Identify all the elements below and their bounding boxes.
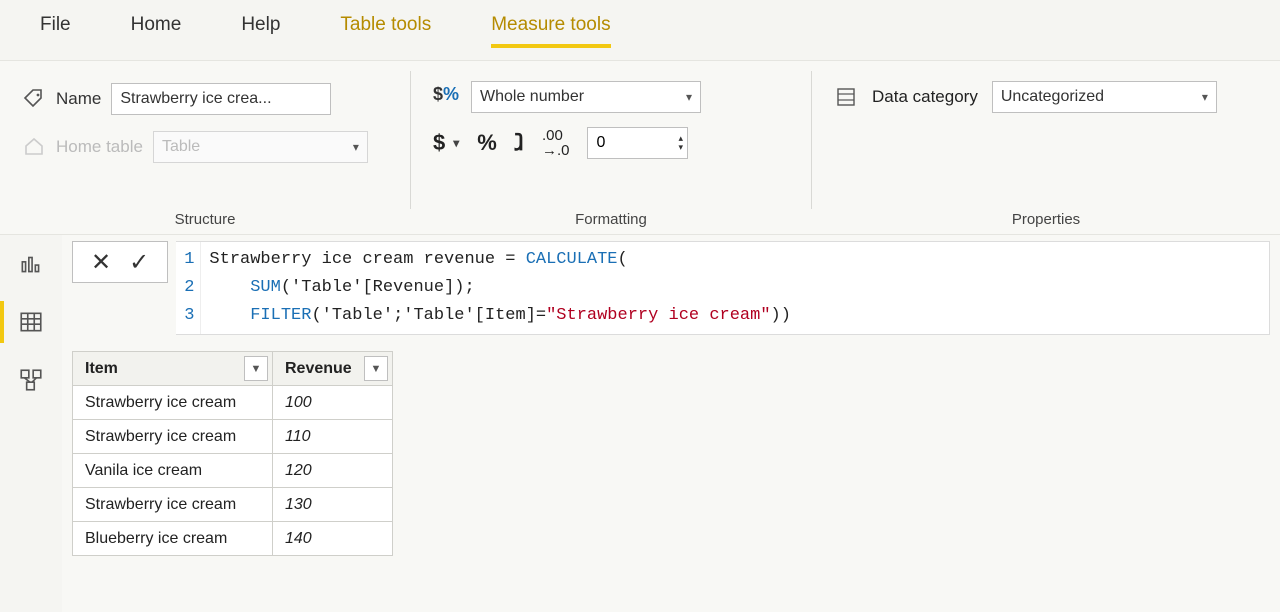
cell-item: Strawberry ice cream bbox=[73, 386, 273, 420]
menu-file[interactable]: File bbox=[40, 14, 71, 36]
decimals-input[interactable] bbox=[588, 134, 678, 152]
ribbon: Name Home table Table ▾ Structure $% Who… bbox=[0, 60, 1280, 235]
ribbon-group-structure: Name Home table Table ▾ Structure bbox=[0, 61, 410, 234]
ribbon-group-formatting: $% Whole number ▾ $ ▾ % ⱹ .00→.0 ▴▾ Form… bbox=[411, 61, 811, 234]
data-view-button[interactable] bbox=[16, 307, 46, 337]
cell-item: Vanila ice cream bbox=[73, 454, 273, 488]
menu-measure-tools[interactable]: Measure tools bbox=[491, 14, 610, 36]
top-menubar: File Home Help Table tools Measure tools bbox=[0, 0, 1280, 50]
table-row[interactable]: Strawberry ice cream110 bbox=[73, 420, 393, 454]
spinner-arrows[interactable]: ▴▾ bbox=[678, 134, 687, 152]
formula-controls: ✕ ✓ bbox=[72, 241, 168, 283]
filter-icon[interactable]: ▼ bbox=[364, 356, 388, 381]
cell-revenue: 130 bbox=[273, 488, 393, 522]
left-rail bbox=[0, 235, 62, 612]
cancel-formula-button[interactable]: ✕ bbox=[91, 248, 111, 277]
main-area: ✕ ✓ 123 Strawberry ice cream revenue = C… bbox=[62, 235, 1280, 612]
cell-revenue: 100 bbox=[273, 386, 393, 420]
data-category-select[interactable]: Uncategorized ▾ bbox=[992, 81, 1217, 113]
menu-table-tools[interactable]: Table tools bbox=[340, 14, 431, 36]
commit-formula-button[interactable]: ✓ bbox=[129, 248, 149, 277]
name-field-row: Name bbox=[22, 81, 388, 117]
cell-revenue: 120 bbox=[273, 454, 393, 488]
group-label-properties: Properties bbox=[812, 211, 1280, 228]
cell-item: Strawberry ice cream bbox=[73, 420, 273, 454]
table-row[interactable]: Strawberry ice cream130 bbox=[73, 488, 393, 522]
workspace: ✕ ✓ 123 Strawberry ice cream revenue = C… bbox=[0, 235, 1280, 612]
table-row[interactable]: Strawberry ice cream100 bbox=[73, 386, 393, 420]
home-table-label: Home table bbox=[56, 137, 143, 157]
data-table: Item ▼ Revenue ▼ Strawberry ice cream100… bbox=[72, 351, 393, 556]
col-header-revenue[interactable]: Revenue ▼ bbox=[273, 352, 393, 386]
chevron-down-icon: ▾ bbox=[1202, 90, 1208, 104]
format-value: Whole number bbox=[480, 88, 584, 106]
table-row[interactable]: Blueberry ice cream140 bbox=[73, 522, 393, 556]
home-table-value: Table bbox=[162, 138, 200, 156]
formula-bar: ✕ ✓ 123 Strawberry ice cream revenue = C… bbox=[72, 241, 1270, 335]
menu-home[interactable]: Home bbox=[131, 14, 182, 36]
line-gutter: 123 bbox=[176, 242, 201, 334]
format-icon: $% bbox=[433, 84, 459, 110]
filter-icon[interactable]: ▼ bbox=[244, 356, 268, 381]
menu-help[interactable]: Help bbox=[241, 14, 280, 36]
col-item-label: Item bbox=[85, 360, 118, 377]
data-category-icon bbox=[834, 85, 858, 109]
report-view-button[interactable] bbox=[16, 249, 46, 279]
tag-icon bbox=[22, 87, 46, 111]
measure-name-input[interactable] bbox=[111, 83, 331, 115]
cell-revenue: 140 bbox=[273, 522, 393, 556]
ribbon-group-properties: Data category Uncategorized ▾ Properties bbox=[812, 61, 1280, 234]
decimals-spinner[interactable]: ▴▾ bbox=[587, 127, 688, 159]
group-label-formatting: Formatting bbox=[411, 211, 811, 228]
cell-item: Strawberry ice cream bbox=[73, 488, 273, 522]
table-row[interactable]: Vanila ice cream120 bbox=[73, 454, 393, 488]
data-category-value: Uncategorized bbox=[1001, 88, 1104, 106]
col-revenue-label: Revenue bbox=[285, 360, 352, 377]
model-view-button[interactable] bbox=[16, 365, 46, 395]
decimals-icon[interactable]: .00→.0 bbox=[542, 128, 570, 158]
cell-revenue: 110 bbox=[273, 420, 393, 454]
col-header-item[interactable]: Item ▼ bbox=[73, 352, 273, 386]
cell-item: Blueberry ice cream bbox=[73, 522, 273, 556]
format-select[interactable]: Whole number ▾ bbox=[471, 81, 701, 113]
table-body: Strawberry ice cream100 Strawberry ice c… bbox=[73, 386, 393, 556]
name-label: Name bbox=[56, 89, 101, 109]
chevron-down-icon: ▾ bbox=[353, 140, 359, 154]
home-table-row: Home table Table ▾ bbox=[22, 129, 388, 165]
currency-button[interactable]: $ bbox=[433, 130, 445, 156]
thousands-button[interactable]: ⱹ bbox=[515, 130, 524, 156]
group-label-structure: Structure bbox=[0, 211, 410, 228]
home-table-select[interactable]: Table ▾ bbox=[153, 131, 368, 163]
currency-dropdown-icon[interactable]: ▾ bbox=[453, 136, 459, 150]
data-category-label: Data category bbox=[872, 87, 978, 107]
formula-code[interactable]: Strawberry ice cream revenue = CALCULATE… bbox=[201, 242, 799, 334]
table-header-row: Item ▼ Revenue ▼ bbox=[73, 352, 393, 386]
chevron-down-icon: ▾ bbox=[686, 90, 692, 104]
home-icon bbox=[22, 135, 46, 159]
percent-button[interactable]: % bbox=[477, 130, 497, 156]
formula-editor[interactable]: 123 Strawberry ice cream revenue = CALCU… bbox=[176, 241, 1270, 335]
